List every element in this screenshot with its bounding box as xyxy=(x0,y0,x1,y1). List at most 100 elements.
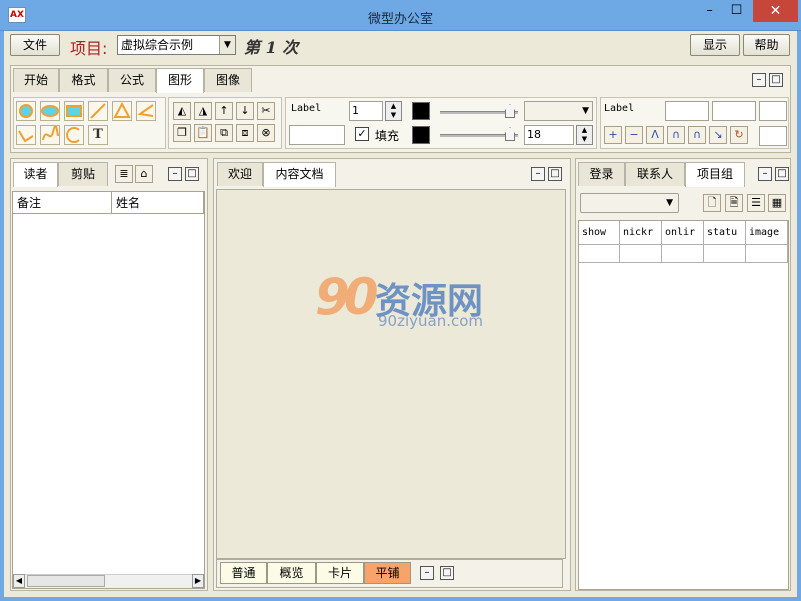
group-select[interactable]: ▼ xyxy=(580,193,679,213)
connector-field-3[interactable] xyxy=(759,101,787,121)
list-view-icon[interactable]: ≣ xyxy=(115,165,133,183)
close-window-button[interactable]: ✕ xyxy=(753,0,798,22)
round-arch-icon[interactable]: ∩ xyxy=(688,126,706,144)
tab-project-group[interactable]: 项目组 xyxy=(685,162,745,187)
ellipse-tool-icon[interactable] xyxy=(40,101,60,121)
table-cell[interactable] xyxy=(620,245,662,263)
column-header-notes[interactable]: 备注 xyxy=(13,192,112,214)
curve-tool-icon[interactable] xyxy=(40,125,60,145)
tab-format[interactable]: 格式 xyxy=(59,68,108,92)
ribbon-minimize-icon[interactable]: – xyxy=(752,73,766,87)
send-backward-icon[interactable]: ◮ xyxy=(194,102,212,120)
delete-icon[interactable]: ⊗ xyxy=(257,124,275,142)
column-header-name[interactable]: 姓名 xyxy=(112,192,204,214)
document-canvas[interactable] xyxy=(216,189,566,559)
view-minimize-icon[interactable]: – xyxy=(420,566,434,580)
view-tab-normal[interactable]: 普通 xyxy=(220,562,267,584)
tab-image[interactable]: 图像 xyxy=(204,68,252,92)
tab-content-docs[interactable]: 内容文档 xyxy=(263,162,336,187)
chevron-down-icon[interactable]: ▼ xyxy=(582,102,589,120)
new-document-icon[interactable]: 🗋 xyxy=(703,194,721,212)
line-width-stepper[interactable]: ▲ ▼ xyxy=(385,101,402,121)
maximize-window-button[interactable]: ☐ xyxy=(722,0,751,22)
connector-field-4[interactable] xyxy=(759,126,787,146)
scroll-right-icon[interactable]: ▶ xyxy=(192,574,204,588)
file-menu-button[interactable]: 文件 xyxy=(10,34,60,56)
calendar-icon[interactable]: ▦ xyxy=(768,194,786,212)
fill-checkbox[interactable]: ✓ xyxy=(355,127,369,141)
document-icon[interactable]: 🗎 xyxy=(725,194,743,212)
left-panel-minimize-icon[interactable]: – xyxy=(168,167,182,181)
paste-icon[interactable]: 📋 xyxy=(194,124,212,142)
table-cell[interactable] xyxy=(579,245,620,263)
font-size-input[interactable]: 18 xyxy=(524,125,574,145)
tab-contacts[interactable]: 联系人 xyxy=(625,162,685,186)
column-header-nick[interactable]: nickr xyxy=(620,221,662,245)
rotate-icon[interactable]: ↻ xyxy=(730,126,748,144)
tab-formula[interactable]: 公式 xyxy=(108,68,156,92)
table-cell[interactable] xyxy=(662,245,704,263)
line-tool-icon[interactable] xyxy=(88,101,108,121)
view-tab-cards[interactable]: 卡片 xyxy=(316,562,364,584)
tab-start[interactable]: 开始 xyxy=(13,68,59,92)
style-select[interactable]: ▼ xyxy=(524,101,593,121)
chevron-down-icon[interactable]: ▼ xyxy=(666,194,673,212)
column-header-show[interactable]: show xyxy=(579,221,620,245)
bring-forward-icon[interactable]: ◭ xyxy=(173,102,191,120)
circle-tool-icon[interactable] xyxy=(16,101,36,121)
inbox-icon[interactable]: ⌂ xyxy=(135,165,153,183)
fill-color-swatch[interactable] xyxy=(412,126,430,144)
peak-shape-icon[interactable]: Λ xyxy=(646,126,664,144)
triangle-tool-icon[interactable] xyxy=(112,101,132,121)
remove-point-icon[interactable]: − xyxy=(625,126,643,144)
scrollbar-thumb[interactable] xyxy=(27,575,105,587)
font-size-stepper[interactable]: ▲ ▼ xyxy=(576,125,593,145)
duplicate-icon[interactable]: ⧉ xyxy=(215,124,233,142)
left-panel-maximize-icon[interactable]: □ xyxy=(185,167,199,181)
project-select[interactable]: 虚拟综合示例 ▼ xyxy=(117,35,236,55)
diagonal-connector-icon[interactable]: ↘ xyxy=(709,126,727,144)
list-icon[interactable]: ☰ xyxy=(747,194,765,212)
show-button[interactable]: 显示 xyxy=(690,34,740,56)
help-button[interactable]: 帮助 xyxy=(743,34,790,56)
chevron-down-icon[interactable]: ▼ xyxy=(219,36,235,54)
line-width-input[interactable]: 1 xyxy=(349,101,383,121)
connector-field-1[interactable] xyxy=(665,101,709,121)
table-cell[interactable] xyxy=(704,245,746,263)
connector-field-2[interactable] xyxy=(712,101,756,121)
view-tab-tiles[interactable]: 平铺 xyxy=(364,562,411,584)
move-up-icon[interactable]: ↑ xyxy=(215,102,233,120)
rectangle-tool-icon[interactable] xyxy=(64,101,84,121)
move-down-icon[interactable]: ↓ xyxy=(236,102,254,120)
arc-tool-icon[interactable] xyxy=(64,125,84,145)
column-header-image[interactable]: image xyxy=(746,221,788,245)
project-select-value: 虚拟综合示例 xyxy=(121,38,194,52)
column-header-online[interactable]: onlir xyxy=(662,221,704,245)
tab-welcome[interactable]: 欢迎 xyxy=(217,162,263,186)
center-panel-minimize-icon[interactable]: – xyxy=(531,167,545,181)
right-panel-minimize-icon[interactable]: – xyxy=(758,167,772,181)
tab-login[interactable]: 登录 xyxy=(578,162,625,186)
polyline-tool-icon[interactable] xyxy=(16,125,36,145)
tab-graphics[interactable]: 图形 xyxy=(156,68,204,93)
text-tool-icon[interactable]: T xyxy=(88,125,108,145)
ribbon-maximize-icon[interactable]: □ xyxy=(769,73,783,87)
add-point-icon[interactable]: + xyxy=(604,126,622,144)
stroke-color-swatch[interactable] xyxy=(412,102,430,120)
label-input[interactable] xyxy=(289,125,345,145)
table-cell[interactable] xyxy=(746,245,788,263)
minimize-window-button[interactable]: – xyxy=(695,0,724,22)
view-tab-overview[interactable]: 概览 xyxy=(267,562,316,584)
cut-icon[interactable]: ✂ xyxy=(257,102,275,120)
tab-clipboard[interactable]: 剪贴 xyxy=(58,162,108,186)
scroll-left-icon[interactable]: ◀ xyxy=(13,574,25,588)
right-panel-maximize-icon[interactable]: □ xyxy=(775,167,789,181)
arch-shape-icon[interactable]: ∩ xyxy=(667,126,685,144)
tab-readers[interactable]: 读者 xyxy=(13,162,58,187)
clone-icon[interactable]: ⧈ xyxy=(236,124,254,142)
angle-tool-icon[interactable] xyxy=(136,101,156,121)
column-header-status[interactable]: statu xyxy=(704,221,746,245)
copy-icon[interactable]: ❐ xyxy=(173,124,191,142)
center-panel-maximize-icon[interactable]: □ xyxy=(548,167,562,181)
view-maximize-icon[interactable]: □ xyxy=(440,566,454,580)
